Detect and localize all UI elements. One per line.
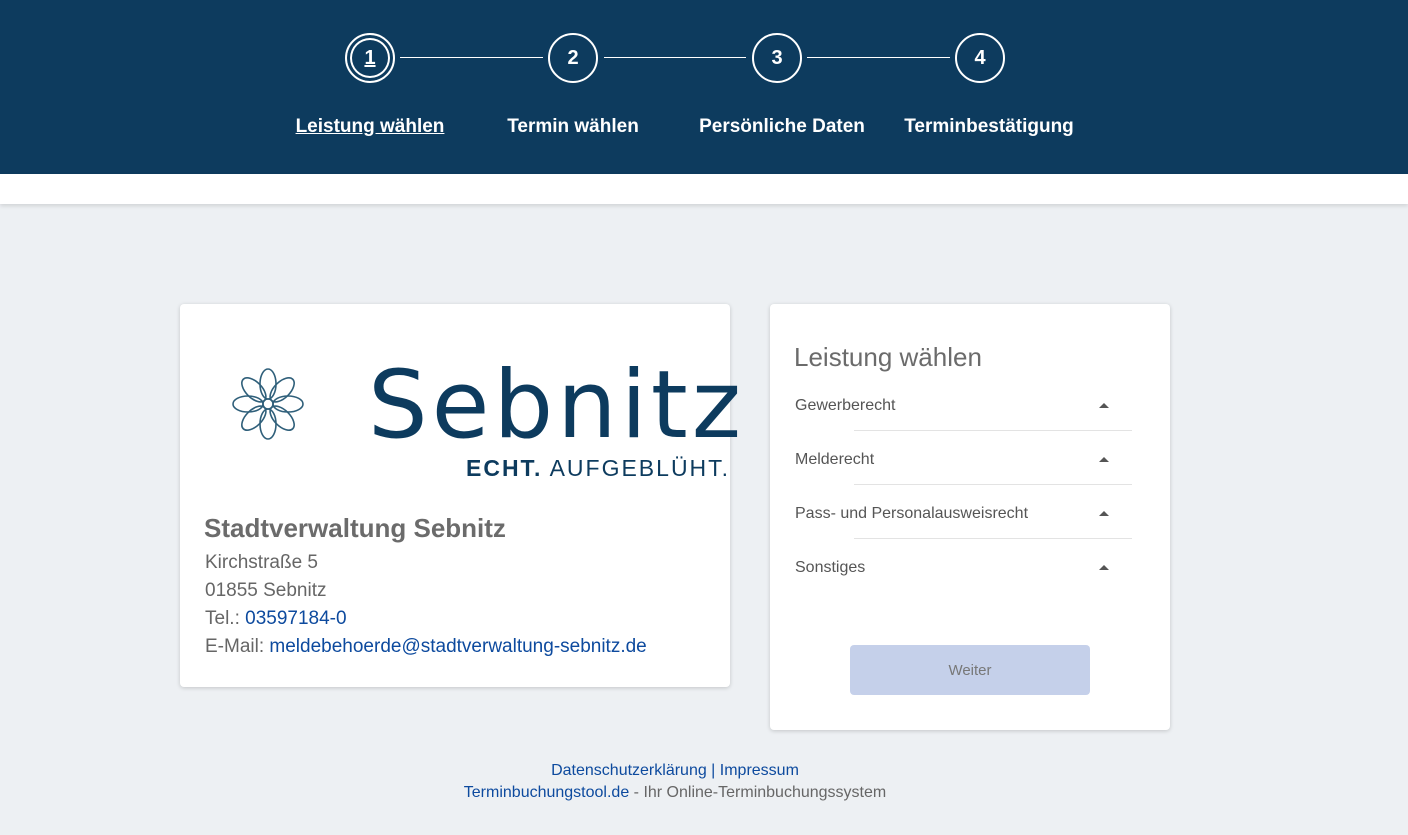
step-1-circle[interactable]: 1 [345, 33, 395, 83]
divider [854, 484, 1132, 485]
service-group-label: Pass- und Personalausweisrecht [795, 505, 1029, 522]
caret-up-icon [1099, 511, 1109, 516]
step-4-label[interactable]: Terminbestätigung [879, 116, 1099, 138]
step-3-circle[interactable]: 3 [752, 33, 802, 83]
service-group-pass-personalausweis[interactable]: Pass- und Personalausweisrecht [794, 502, 1132, 556]
step-3-label[interactable]: Persönliche Daten [672, 116, 892, 138]
phone-link[interactable]: 03597184-0 [245, 608, 346, 629]
office-name: Stadtverwaltung Sebnitz [204, 513, 506, 543]
logo-wordmark: Sebnitz [368, 351, 746, 460]
caret-up-icon [1099, 457, 1109, 462]
caret-up-icon [1099, 403, 1109, 408]
logo-tagline: ECHT. AUFGEBLÜHT. [466, 455, 730, 482]
office-city: 01855 Sebnitz [205, 580, 327, 601]
step-4-circle[interactable]: 4 [955, 33, 1005, 83]
service-section-title: Leistung wählen [794, 342, 982, 372]
footer-credit: Terminbuchungstool.de - Ihr Online-Termi… [0, 784, 1350, 802]
privacy-link[interactable]: Datenschutzerklärung [551, 762, 707, 779]
office-phone: Tel.: 03597184-0 [205, 608, 347, 630]
office-street: Kirchstraße 5 [205, 552, 318, 573]
office-info-card: Sebnitz ECHT. AUFGEBLÜHT. Stadtverwaltun… [180, 304, 741, 687]
booking-tool-link[interactable]: Terminbuchungstool.de [464, 784, 629, 801]
caret-up-icon [1099, 565, 1109, 570]
step-connector [400, 57, 543, 58]
step-1-number: 1 [364, 46, 376, 69]
divider [854, 430, 1132, 431]
step-connector [604, 57, 746, 58]
footer-legal-links: Datenschutzerklärung | Impressum [0, 762, 1350, 780]
divider [854, 538, 1132, 539]
step-2-number: 2 [567, 46, 579, 69]
service-group-label: Sonstiges [795, 559, 866, 576]
office-email: E-Mail: meldebehoerde@stadtverwaltung-se… [205, 636, 647, 658]
logo-tagline-bold: ECHT. [466, 455, 543, 481]
step-1-label[interactable]: Leistung wählen [270, 116, 470, 138]
sebnitz-logo: Sebnitz ECHT. AUFGEBLÜHT. [230, 359, 741, 489]
service-group-gewerberecht[interactable]: Gewerberecht [794, 394, 1132, 448]
sub-header-bar [0, 174, 1408, 204]
phone-label: Tel.: [205, 608, 246, 629]
service-group-label: Gewerberecht [795, 397, 896, 414]
footer-separator: | [706, 762, 720, 779]
logo-tagline-rest: AUFGEBLÜHT. [549, 455, 731, 481]
step-3-number: 3 [771, 46, 783, 69]
next-button[interactable]: Weiter [850, 645, 1090, 695]
progress-stepper: 1 2 3 4 Leistung wählen Termin wählen Pe… [0, 0, 1408, 174]
step-2-label[interactable]: Termin wählen [473, 116, 673, 138]
email-link[interactable]: meldebehoerde@stadtverwaltung-sebnitz.de [269, 636, 646, 657]
step-connector [807, 57, 950, 58]
imprint-link[interactable]: Impressum [720, 762, 799, 779]
service-group-sonstiges[interactable]: Sonstiges [794, 556, 1132, 610]
service-group-melderecht[interactable]: Melderecht [794, 448, 1132, 502]
email-label: E-Mail: [205, 636, 270, 657]
flower-icon [232, 368, 304, 440]
step-4-number: 4 [974, 46, 986, 69]
service-group-label: Melderecht [795, 451, 875, 468]
step-2-circle[interactable]: 2 [548, 33, 598, 83]
footer-credit-text: - Ihr Online-Terminbuchungssystem [629, 784, 887, 801]
service-selection-card: Leistung wählen Gewerberecht Melderecht … [770, 304, 1170, 730]
